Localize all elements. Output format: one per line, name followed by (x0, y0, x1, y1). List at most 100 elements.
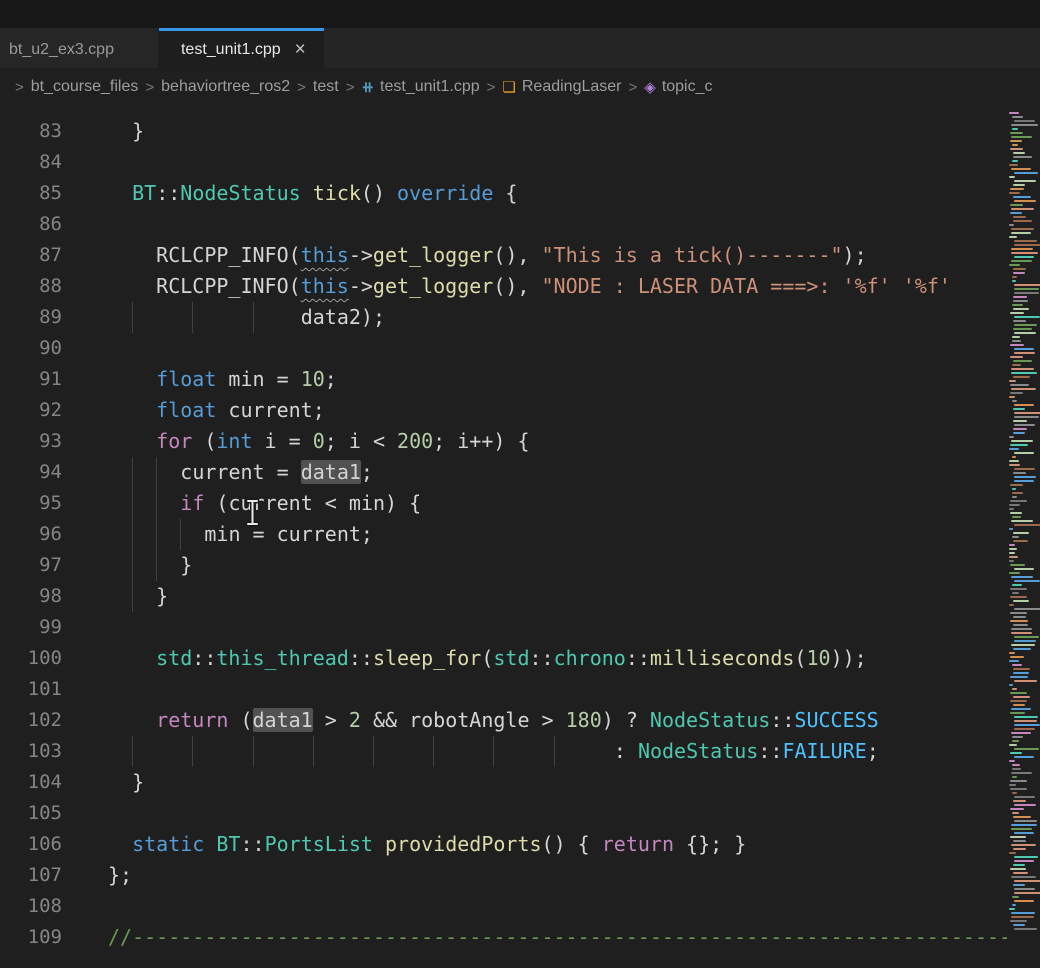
code-line[interactable]: 101 (0, 674, 1040, 705)
code-line[interactable]: 99 (0, 612, 1040, 643)
code-line[interactable]: 102 return (data1 > 2 && robotAngle > 18… (0, 705, 1040, 736)
code-line[interactable]: 94 current = data1; (0, 457, 1040, 488)
code-line[interactable]: 108 (0, 891, 1040, 922)
close-icon[interactable]: × (293, 40, 308, 59)
code-line[interactable]: 93 for (int i = 0; i < 200; i++) { (0, 426, 1040, 457)
breadcrumb-label: test (313, 78, 339, 96)
minimap-line (1012, 492, 1023, 494)
minimap-line (1013, 152, 1025, 154)
minimap-line (1010, 676, 1028, 678)
code-line[interactable]: 107}; (0, 860, 1040, 891)
code-token (204, 832, 216, 856)
code-token: ) ? (602, 708, 650, 732)
code-line[interactable]: 91 float min = 10; (0, 364, 1040, 395)
minimap-line (1011, 772, 1032, 774)
code-line[interactable]: 106 static BT::PortsList providedPorts()… (0, 829, 1040, 860)
minimap-line (1011, 248, 1033, 250)
code-token (108, 305, 132, 329)
code-token (156, 460, 180, 484)
code-line[interactable]: 104 } (0, 767, 1040, 798)
code-token: -> (349, 274, 373, 298)
code-line[interactable]: 105 (0, 798, 1040, 829)
minimap-line (1010, 836, 1026, 838)
code-token: ; (361, 460, 373, 484)
code-token: milliseconds (650, 646, 795, 670)
minimap-line (1014, 796, 1035, 798)
code-token: ( (481, 646, 493, 670)
minimap-line (1011, 520, 1033, 522)
line-content (62, 801, 108, 825)
minimap-line (1012, 276, 1017, 278)
minimap-line (1013, 308, 1029, 310)
minimap-line (1012, 736, 1023, 738)
minimap-line (1013, 532, 1029, 534)
breadcrumb-item-test-unit1-cpp[interactable]: ⧺ test_unit1.cpp (361, 78, 479, 96)
minimap-line (1014, 636, 1039, 638)
breadcrumb-item-bt-course-files[interactable]: bt_course_files (31, 78, 139, 96)
breadcrumb-label: topic_c (662, 78, 713, 96)
breadcrumb-item-readinglaser[interactable]: ❏ ReadingLaser (502, 78, 621, 96)
minimap-line (1013, 300, 1028, 302)
code-line[interactable]: 88 RCLCPP_INFO(this->get_logger(), "NODE… (0, 271, 1040, 302)
minimap[interactable] (1007, 106, 1040, 968)
minimap-line (1012, 904, 1016, 906)
minimap-line (1013, 408, 1025, 410)
minimap-line (1010, 588, 1027, 590)
code-token: RCLCPP_INFO( (108, 274, 301, 298)
minimap-line (1014, 900, 1034, 902)
minimap-line (1010, 484, 1023, 486)
breadcrumb-item-topic[interactable]: ◈ topic_c (644, 78, 712, 96)
minimap-line (1010, 692, 1027, 694)
minimap-line (1010, 204, 1023, 206)
code-line[interactable]: 90 (0, 333, 1040, 364)
code-token: NodeStatus (650, 708, 770, 732)
minimap-line (1012, 144, 1018, 146)
code-line[interactable]: 98 } (0, 581, 1040, 612)
code-token (108, 553, 132, 577)
code-token: && robotAngle > (361, 708, 566, 732)
code-line[interactable]: 86 (0, 209, 1040, 240)
code-line[interactable]: 103 : NodeStatus::FAILURE; (0, 736, 1040, 767)
minimap-line (1009, 112, 1019, 114)
code-token: RCLCPP_INFO( (108, 243, 301, 267)
breadcrumb-item-behaviortree-ros2[interactable]: behaviortree_ros2 (161, 78, 290, 96)
minimap-line (1013, 704, 1025, 706)
breadcrumb-item-test[interactable]: test (313, 78, 339, 96)
minimap-line (1012, 792, 1017, 794)
tab-bt-u2-ex3[interactable]: bt_u2_ex3.cpp (0, 28, 159, 68)
line-content: float min = 10; (62, 367, 337, 391)
line-number: 101 (0, 674, 62, 705)
code-line[interactable]: 87 RCLCPP_INFO(this->get_logger(), "This… (0, 240, 1040, 271)
code-token: 200 (397, 429, 433, 453)
code-line[interactable]: 96 min = current; (0, 519, 1040, 550)
code-editor[interactable]: 83 }8485 BT::NodeStatus tick() override … (0, 106, 1040, 968)
tab-test-unit1[interactable]: test_unit1.cpp × (159, 28, 324, 68)
line-number: 109 (0, 922, 62, 953)
line-content: } (62, 584, 168, 608)
code-line[interactable]: 97 } (0, 550, 1040, 581)
minimap-line (1012, 776, 1017, 778)
minimap-line (1009, 908, 1015, 910)
line-content: current = data1; (62, 460, 373, 484)
minimap-line (1014, 568, 1034, 570)
code-line[interactable]: 83 } (0, 116, 1040, 147)
code-line[interactable]: 109//-----------------------------------… (0, 922, 1040, 953)
code-line[interactable]: 95 if (current < min) { (0, 488, 1040, 519)
code-line[interactable]: 100 std::this_thread::sleep_for(std::chr… (0, 643, 1040, 674)
code-line[interactable]: 84 (0, 147, 1040, 178)
breadcrumb-label: behaviortree_ros2 (161, 78, 290, 96)
minimap-line (1009, 448, 1019, 450)
code-line[interactable]: 85 BT::NodeStatus tick() override { (0, 178, 1040, 209)
code-token (180, 522, 204, 546)
class-symbol-icon: ❏ (502, 80, 515, 95)
line-content (62, 677, 108, 701)
code-line[interactable]: 92 float current; (0, 395, 1040, 426)
code-token: get_logger (373, 243, 493, 267)
minimap-line (1010, 712, 1025, 714)
code-token: FAILURE (782, 739, 866, 763)
code-line[interactable]: 89 data2); (0, 302, 1040, 333)
code-token (108, 460, 132, 484)
code-token (373, 832, 385, 856)
minimap-line (1010, 920, 1027, 922)
code-token (253, 739, 313, 763)
